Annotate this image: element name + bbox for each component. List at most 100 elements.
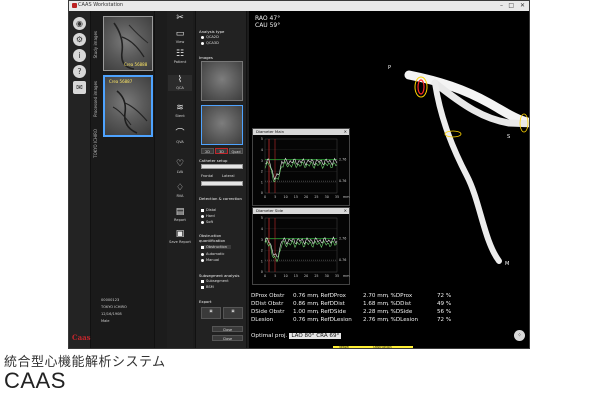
diameter-main-panel[interactable]: Diameter Main ✕ 5 4 3 2 1 0 0 5 10 15 20 25 30 35 mm 2.… (252, 128, 350, 206)
diameter-profile-line (264, 236, 338, 258)
subsegment-checkbox[interactable]: Subsegment (201, 279, 229, 283)
qva-tool-button[interactable]: ⌒ QVA (168, 129, 192, 145)
thumbnail-image-selected[interactable]: Crea 56887 (103, 75, 153, 137)
export-image-button[interactable]: ▣ (201, 307, 221, 319)
patient-name-vertical: TOKYO ICHIRO (93, 129, 98, 158)
y-tick-label: 1 (261, 259, 263, 263)
diameter-side-panel[interactable]: Diameter Side ✕ 5 4 3 2 1 0 0 5 10 15 20 25 30 35 mm 2.… (252, 207, 350, 285)
bsm-checkbox[interactable]: BSM (201, 285, 214, 289)
result-pct-value: 72 % (437, 317, 452, 323)
result-value: 0.76 mm (293, 317, 319, 323)
detection-distal-checkbox[interactable]: Distal (201, 208, 216, 212)
qca-results: DProx Obstr 0.76 mm , RefDProx 2.70 mm ,… (251, 293, 529, 325)
result-name: DProx Obstr (251, 293, 285, 299)
maximize-button[interactable]: □ (508, 1, 514, 10)
result-ref-label: , RefDProx (317, 293, 346, 299)
patient-sex: Male (101, 319, 110, 323)
info-icon[interactable]: i (73, 49, 86, 62)
view-2d-button[interactable]: 2D (201, 148, 214, 154)
radio-icon (201, 220, 204, 224)
diameter-profile-line (264, 160, 338, 183)
x-tick-label: 20 (304, 195, 308, 199)
result-ref-value: 2.28 mm (363, 309, 389, 315)
obstruction-manual-radio[interactable]: Manual (201, 258, 219, 262)
qca-image-lateral[interactable] (201, 105, 243, 145)
tool-column: ✂ ▭ View ☷ Patient ⌇ QCA ≋ Stent ⌒ QVA ♡ LVA ♢… (167, 11, 193, 348)
lva-tool-button[interactable]: ♡ LVA (168, 159, 192, 175)
close-window-button[interactable]: ✕ (520, 1, 525, 10)
y-tick-label: 0 (261, 270, 263, 274)
x-tick-label: 35 (335, 195, 339, 199)
catheter-size-input[interactable] (201, 181, 243, 186)
viewer-menu-icon[interactable]: ⁘ (514, 330, 525, 341)
view-icon: ▭ (175, 29, 185, 39)
tools-button[interactable]: ✂ (168, 13, 192, 24)
export-label: Export (199, 299, 212, 304)
qca-tool-button[interactable]: ⌇ QCA (168, 75, 192, 91)
radio-icon (201, 35, 204, 39)
stent-tool-button[interactable]: ≋ Stent (168, 103, 192, 119)
view-3d-button[interactable]: 3D (215, 148, 228, 154)
y-tick-label: 3 (261, 238, 263, 242)
result-pct-value: 49 % (437, 301, 452, 307)
obstruction-checkbox[interactable]: Obstruction (201, 245, 232, 249)
optimal-projection-label: Optimal proj. (251, 333, 288, 339)
result-value: 1.00 mm (293, 309, 319, 315)
app-screenshot: CAAS Workstation – □ ✕ ◉ ⚙ i ? ✉ Caas St… (68, 0, 530, 349)
thumbnail-image[interactable]: Crea 56888 (103, 16, 153, 71)
x-tick-label: 5 (274, 195, 276, 199)
result-pct-label: , %DDist (387, 301, 412, 307)
rva-icon: ♢ (175, 183, 185, 193)
detection-label: Detection & correction (199, 196, 242, 201)
view-quad-button[interactable]: Quad (229, 148, 243, 154)
y-tick-label: 2 (261, 170, 263, 174)
stent-icon: ≋ (176, 103, 184, 113)
landmark-s: S (507, 134, 511, 140)
x-unit-label: mm (343, 195, 349, 199)
thumbnail-label: Crea 56888 (124, 62, 148, 67)
minimize-button[interactable]: – (500, 1, 503, 10)
result-pct-label: , %DSide (387, 309, 413, 315)
detection-hard-radio[interactable]: Hard (201, 214, 215, 218)
patient-tool-button[interactable]: ☷ Patient (168, 49, 192, 65)
view-icon[interactable]: ◉ (73, 17, 86, 30)
analysis-type-label: Analysis type (199, 29, 225, 34)
processed-images-label: Processed images (93, 81, 98, 117)
rva-tool-button[interactable]: ♢ RVA (168, 183, 192, 199)
qca-icon: ⌇ (177, 75, 183, 85)
view-tool-button[interactable]: ▭ View (168, 29, 192, 45)
x-tick-label: 30 (325, 195, 329, 199)
obstruction-automatic-radio[interactable]: Automatic (201, 252, 224, 256)
catheter-frontal-label: Frontal (201, 174, 214, 178)
catheter-input[interactable] (201, 164, 243, 169)
result-pct-label: , %DProx (387, 293, 413, 299)
qva-icon: ⌒ (175, 129, 185, 139)
x-unit-label: mm (343, 274, 349, 278)
segment-strip[interactable]: Vessel Obstruction (333, 345, 413, 348)
help-icon[interactable]: ? (73, 65, 86, 78)
analysis-qca2d-radio[interactable]: QCA2D (201, 35, 219, 39)
x-tick-label: 25 (314, 195, 318, 199)
report-icon: ▤ (175, 207, 185, 217)
report-button[interactable]: ▤ Report (168, 207, 192, 223)
diameter-side-chart: 5432100 5 10 15 20 25 30 35 mm2.760.76 (261, 216, 350, 278)
close-button-2[interactable]: Close (212, 335, 243, 341)
analysis-qca3d-radio[interactable]: QCA3D (201, 41, 219, 45)
checkbox-icon (201, 245, 204, 249)
save-report-button[interactable]: ▣ Save Report (168, 229, 192, 245)
result-pct-label: , %DLesion (387, 317, 419, 323)
main-icon-bar: ◉ ⚙ i ? ✉ Caas (69, 11, 91, 348)
qca-image-frontal[interactable] (201, 61, 243, 101)
main-3d-viewer[interactable]: RAO 47° CAU 59° P S M Diameter Main ✕ 54… (249, 11, 529, 348)
result-ref-value: 2.76 mm (363, 317, 389, 323)
export-report-button[interactable]: ▣ (223, 307, 243, 319)
patient-panel: Study images Processed images TOKYO ICHI… (91, 11, 155, 348)
optimal-projection: Optimal proj. LAO 80° CRA 69° (251, 333, 342, 339)
close-button[interactable]: Close (212, 326, 243, 332)
patient-birthdate: 12/16/1908 (101, 312, 122, 316)
x-tick-label: 35 (335, 274, 339, 278)
settings-icon[interactable]: ⚙ (73, 33, 86, 46)
reference-value-label: 0.76 (339, 179, 346, 183)
mail-icon[interactable]: ✉ (73, 81, 86, 94)
detection-soft-radio[interactable]: Soft (201, 220, 213, 224)
